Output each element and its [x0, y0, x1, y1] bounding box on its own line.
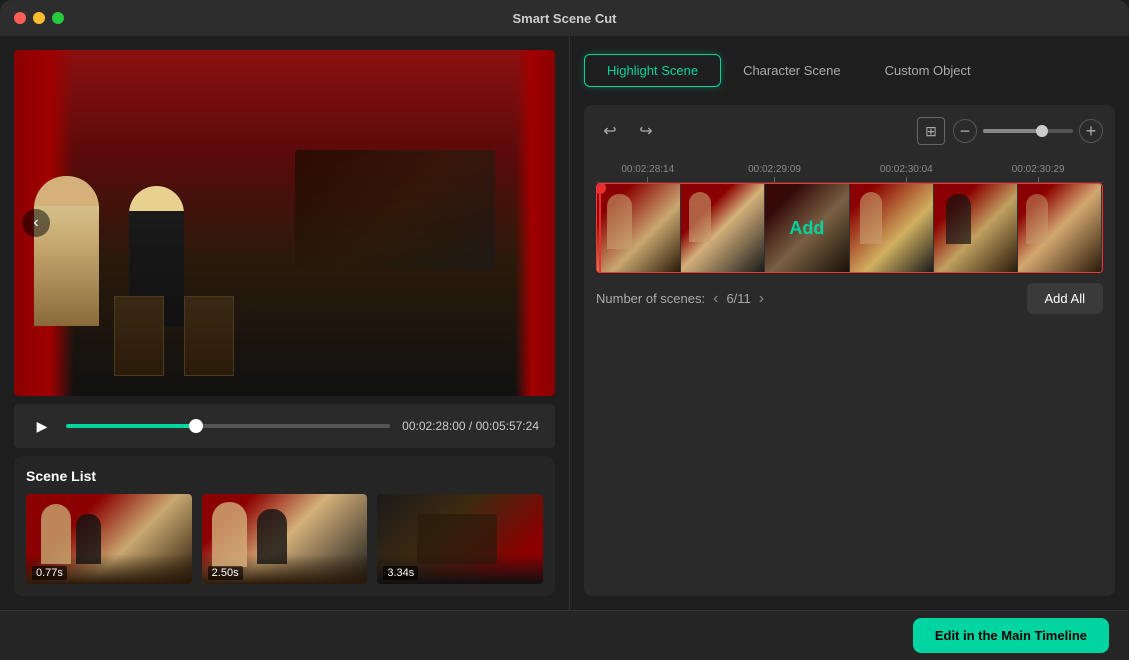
traffic-lights [14, 12, 64, 24]
timeline-strip-container[interactable]: Add [596, 183, 1103, 273]
scenes-next-button[interactable]: › [759, 290, 764, 308]
zoom-controls: − + [953, 119, 1103, 143]
ruler-time-1: 00:02:29:09 [748, 164, 801, 175]
scene-list-title: Scene List [26, 468, 543, 484]
frame5-figure [946, 194, 971, 244]
tab-character[interactable]: Character Scene [721, 55, 863, 86]
scene-2-duration: 2.50s [208, 566, 243, 580]
frame4-figure [860, 192, 882, 244]
tab-highlight[interactable]: Highlight Scene [584, 54, 721, 87]
titlebar: Smart Scene Cut [0, 0, 1129, 36]
playhead-head [596, 183, 606, 194]
tab-character-label: Character Scene [743, 63, 841, 78]
scene-thumb-2[interactable]: 2.50s [202, 494, 368, 584]
tab-custom[interactable]: Custom Object [863, 55, 993, 86]
podium-center [184, 296, 234, 376]
timeline-ruler: 00:02:28:14 00:02:29:09 00:02:30:04 00:0… [596, 155, 1103, 183]
strip-frame-4 [850, 184, 934, 272]
time-display: 00:02:28:00 / 00:05:57:24 [402, 419, 539, 433]
podium-left [114, 296, 164, 376]
zoom-in-icon: + [1086, 121, 1097, 142]
band-area [295, 150, 495, 270]
video-preview: ‹ [14, 50, 555, 396]
panels-row: ‹ ▶ 00:02:28:00 / 00:05:57:24 [0, 36, 1129, 610]
ruler-time-2: 00:02:30:04 [880, 164, 933, 175]
bottom-bar: Edit in the Main Timeline [0, 610, 1129, 660]
video-nav-left-button[interactable]: ‹ [22, 209, 50, 237]
scene-thumbnails: 0.77s 2.50s [26, 494, 543, 584]
app-body: ‹ ▶ 00:02:28:00 / 00:05:57:24 [0, 36, 1129, 660]
right-panel: Highlight Scene Character Scene Custom O… [570, 36, 1129, 610]
minimize-button[interactable] [33, 12, 45, 24]
left-panel: ‹ ▶ 00:02:28:00 / 00:05:57:24 [0, 36, 570, 610]
strip-frame-3: Add [765, 184, 849, 272]
redo-button[interactable]: ↪ [632, 117, 660, 145]
frame2-figure [689, 192, 711, 242]
scene-list-section: Scene List 0.77s [14, 456, 555, 596]
add-label: Add [789, 218, 824, 239]
scene-thumb-3[interactable]: 3.34s [377, 494, 543, 584]
scene-1-duration: 0.77s [32, 566, 67, 580]
time-separator: / [469, 419, 476, 433]
thumb-figure-3 [212, 502, 247, 567]
timeline-section: ↩ ↪ ⊞ − [584, 105, 1115, 596]
strip-frame-5 [934, 184, 1018, 272]
redo-icon: ↪ [639, 121, 652, 141]
playhead [599, 183, 611, 273]
zoom-slider[interactable] [983, 129, 1073, 133]
thumb-figure-1 [41, 504, 71, 564]
maximize-button[interactable] [52, 12, 64, 24]
ruler-marker-1: 00:02:29:09 [748, 164, 801, 183]
zoom-out-button[interactable]: − [953, 119, 977, 143]
edit-in-main-timeline-button[interactable]: Edit in the Main Timeline [913, 618, 1109, 653]
play-icon: ▶ [37, 418, 48, 435]
close-button[interactable] [14, 12, 26, 24]
scenes-label: Number of scenes: [596, 291, 705, 306]
ruler-time-0: 00:02:28:14 [621, 164, 674, 175]
timeline-strip: Add [597, 184, 1102, 272]
video-scene [14, 50, 555, 396]
scene-tabs: Highlight Scene Character Scene Custom O… [584, 50, 1115, 91]
add-overlay: Add [765, 184, 848, 272]
thumb-figure-2 [76, 514, 101, 564]
ruler-marker-2: 00:02:30:04 [880, 164, 933, 183]
scene-thumb-1[interactable]: 0.77s [26, 494, 192, 584]
frame6-figure [1026, 194, 1048, 244]
zoom-in-button[interactable]: + [1079, 119, 1103, 143]
ruler-time-3: 00:02:30:29 [1012, 164, 1065, 175]
scenes-navigation: ‹ 6/11 › [713, 290, 764, 308]
progress-thumb[interactable] [189, 419, 203, 433]
add-all-button[interactable]: Add All [1027, 283, 1103, 314]
ruler-marker-0: 00:02:28:14 [621, 164, 674, 183]
undo-button[interactable]: ↩ [596, 117, 624, 145]
app-title: Smart Scene Cut [512, 11, 616, 26]
scenes-prev-button[interactable]: ‹ [713, 290, 718, 308]
scenes-current: 6/11 [726, 291, 750, 306]
scenes-bar: Number of scenes: ‹ 6/11 › Add All [596, 283, 1103, 314]
zoom-slider-fill [983, 129, 1042, 133]
progress-bar[interactable] [66, 424, 390, 428]
figure-left [34, 176, 99, 326]
zoom-slider-thumb[interactable] [1036, 125, 1048, 137]
curtain-right [515, 50, 555, 396]
video-controls: ▶ 00:02:28:00 / 00:05:57:24 [14, 404, 555, 448]
play-button[interactable]: ▶ [30, 414, 54, 438]
undo-icon: ↩ [603, 121, 616, 141]
zoom-out-icon: − [960, 121, 971, 142]
thumb-band [417, 514, 497, 564]
playhead-line [599, 194, 601, 273]
timeline-controls: ↩ ↪ ⊞ − [596, 117, 1103, 145]
scene-3-duration: 3.34s [383, 566, 418, 580]
progress-fill [66, 424, 196, 428]
scenes-count-area: Number of scenes: ‹ 6/11 › [596, 290, 764, 308]
tab-custom-label: Custom Object [885, 63, 971, 78]
strip-frame-2 [681, 184, 765, 272]
ruler-marker-3: 00:02:30:29 [1012, 164, 1065, 183]
total-time: 00:05:57:24 [476, 419, 539, 433]
strip-frame-6 [1018, 184, 1102, 272]
current-time: 00:02:28:00 [402, 419, 465, 433]
tab-highlight-label: Highlight Scene [607, 63, 698, 78]
thumb-figure-4 [257, 509, 287, 564]
add-segment-button[interactable]: ⊞ [917, 117, 945, 145]
